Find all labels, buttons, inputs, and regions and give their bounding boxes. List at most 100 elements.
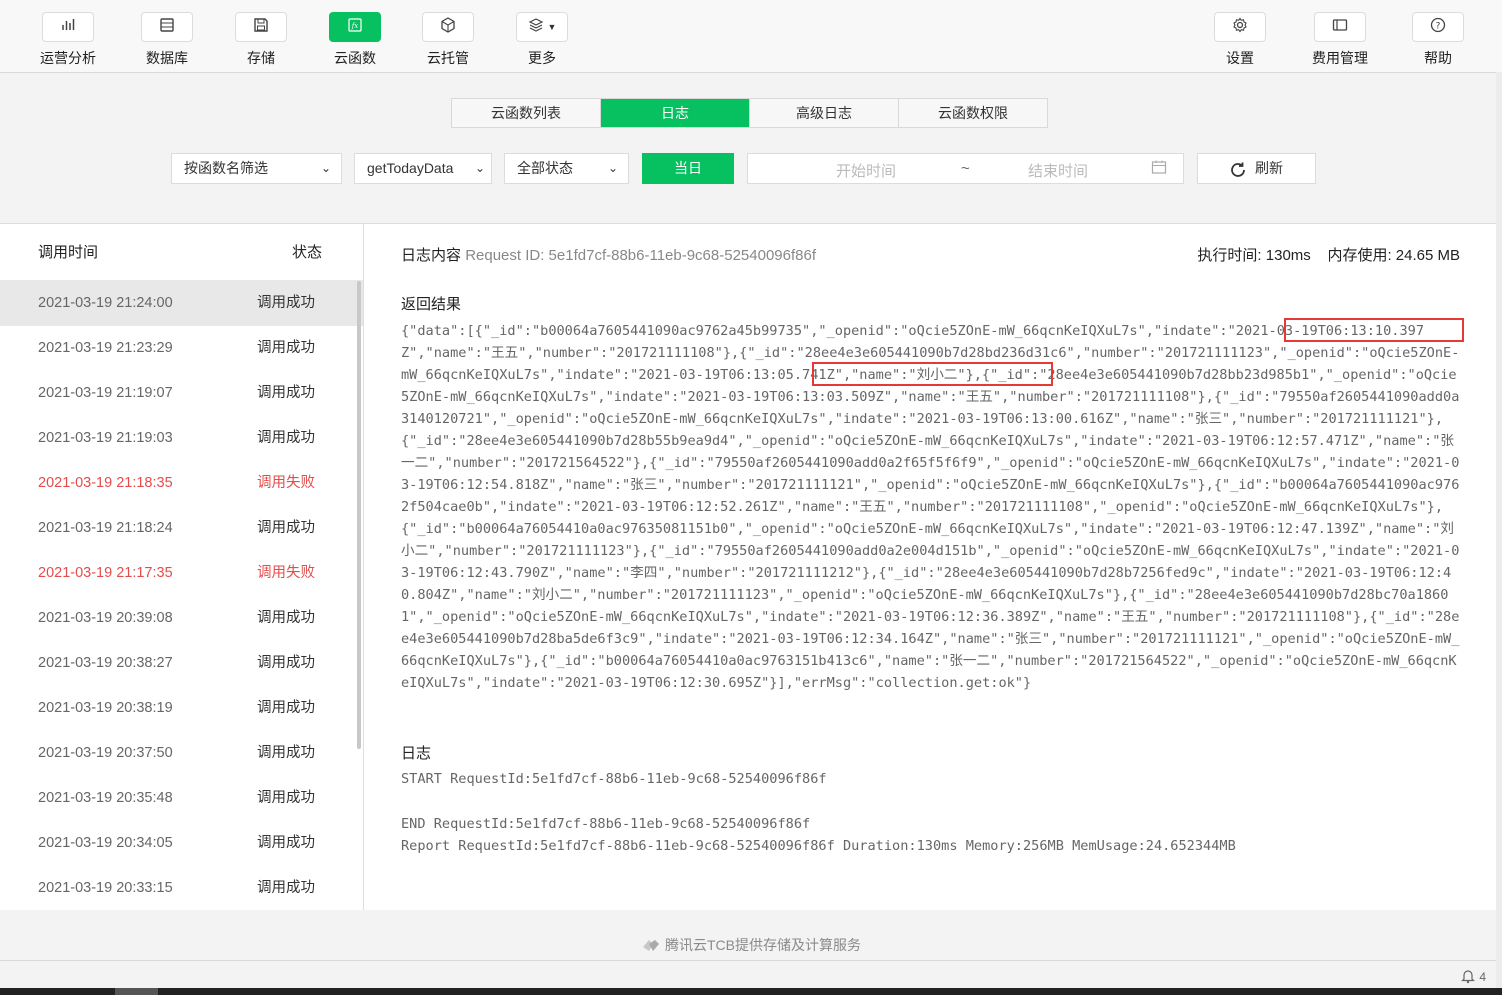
toolbar-storage-button[interactable]: 存储 — [221, 12, 301, 68]
toolbar-cloud-function-button[interactable]: fx 云函数 — [315, 12, 395, 68]
invocation-time: 2021-03-19 20:39:08 — [38, 610, 173, 626]
invocation-time: 2021-03-19 20:38:27 — [38, 655, 173, 671]
log-content-label: 日志内容 — [401, 247, 462, 264]
invocation-time: 2021-03-19 20:37:50 — [38, 745, 173, 761]
invocation-status: 调用失败 — [257, 475, 315, 491]
function-name-select[interactable]: getTodayData ⌄ — [354, 153, 492, 184]
invocation-status: 调用成功 — [257, 610, 315, 626]
tab-function-permissions[interactable]: 云函数权限 — [899, 99, 1047, 127]
gear-icon — [1231, 16, 1249, 39]
footer: 腾讯云TCB提供存储及计算服务 — [0, 935, 1502, 963]
top-toolbar: 运营分析 数据库 存储 fx 云函数 云托管 ▼ 更多 设置 费用管理 ? 帮助 — [0, 0, 1502, 73]
list-item[interactable]: 2021-03-19 20:35:48 调用成功 — [0, 776, 363, 821]
request-id: Request ID: 5e1fd7cf-88b6-11eb-9c68-5254… — [465, 247, 816, 264]
function-filter-select[interactable]: 按函数名筛选 ⌄ — [171, 153, 342, 184]
toolbar-cloud-hosting-button[interactable]: 云托管 — [408, 12, 488, 68]
list-item[interactable]: 2021-03-19 20:34:05 调用成功 — [0, 821, 363, 866]
log-end-line: END RequestId:5e1fd7cf-88b6-11eb-9c68-52… — [401, 816, 811, 832]
invocation-time: 2021-03-19 21:18:35 — [38, 475, 173, 491]
invocation-status: 调用成功 — [257, 835, 315, 851]
execution-stats: 执行时间: 130ms 内存使用: 24.65 MB — [1197, 244, 1460, 265]
footer-text: 腾讯云TCB提供存储及计算服务 — [665, 937, 861, 953]
cube-icon — [439, 16, 457, 39]
tab-logs[interactable]: 日志 — [601, 99, 750, 127]
range-separator: ~ — [961, 160, 970, 177]
date-range-picker[interactable]: 开始时间 ~ 结束时间 — [747, 153, 1184, 184]
invocation-status: 调用成功 — [257, 700, 315, 716]
toolbar-label: 云函数 — [334, 50, 376, 66]
invocation-status: 调用成功 — [257, 790, 315, 806]
function-tabs: 云函数列表 日志 高级日志 云函数权限 — [451, 98, 1048, 128]
chevron-down-icon: ⌄ — [474, 161, 485, 175]
taskbar — [0, 988, 1502, 995]
status-select[interactable]: 全部状态 ⌄ — [504, 153, 629, 184]
list-item[interactable]: 2021-03-19 21:18:35 调用失败 — [0, 461, 363, 506]
tab-advanced-logs[interactable]: 高级日志 — [750, 99, 899, 127]
bar-chart-icon — [59, 16, 77, 39]
invocation-status: 调用成功 — [257, 880, 315, 896]
refresh-label: 刷新 — [1255, 160, 1283, 176]
toolbar-analytics-button[interactable]: 运营分析 — [28, 12, 108, 68]
window-scrollbar[interactable] — [1496, 72, 1502, 988]
list-item[interactable]: 2021-03-19 20:33:15 调用成功 — [0, 866, 363, 910]
invocation-status: 调用成功 — [257, 385, 315, 401]
invocation-status: 调用成功 — [257, 520, 315, 536]
refresh-icon — [1229, 160, 1247, 189]
list-item[interactable]: 2021-03-19 21:18:24 调用成功 — [0, 506, 363, 551]
log-start-line: START RequestId:5e1fd7cf-88b6-11eb-9c68-… — [401, 771, 827, 787]
tencent-cloud-icon — [641, 937, 661, 956]
highlight-box — [1284, 318, 1464, 342]
caret-down-icon: ▼ — [547, 22, 557, 32]
list-item[interactable]: 2021-03-19 20:39:08 调用成功 — [0, 596, 363, 641]
invocation-status: 调用成功 — [257, 340, 315, 356]
toolbar-settings-button[interactable]: 设置 — [1200, 12, 1280, 68]
toolbar-more-button[interactable]: ▼ 更多 — [502, 12, 582, 68]
toolbar-label: 费用管理 — [1312, 50, 1368, 66]
list-item[interactable]: 2021-03-19 21:23:29 调用成功 — [0, 326, 363, 371]
taskbar-item[interactable] — [115, 988, 158, 995]
invocation-list: 调用时间 状态 2021-03-19 21:24:00 调用成功 2021-03-1… — [0, 223, 364, 910]
function-name-value: getTodayData — [367, 160, 454, 176]
layers-icon — [528, 16, 546, 39]
list-item[interactable]: 2021-03-19 21:24:00 调用成功 — [0, 281, 363, 326]
list-item[interactable]: 2021-03-19 21:19:03 调用成功 — [0, 416, 363, 461]
start-time-input[interactable]: 开始时间 — [836, 160, 896, 181]
list-item[interactable]: 2021-03-19 20:37:50 调用成功 — [0, 731, 363, 776]
toolbar-label: 帮助 — [1424, 50, 1452, 66]
storage-icon — [252, 16, 270, 39]
list-item[interactable]: 2021-03-19 21:17:35 调用失败 — [0, 551, 363, 596]
invocation-time: 2021-03-19 20:35:48 — [38, 790, 173, 806]
function-icon: fx — [346, 16, 364, 39]
list-item[interactable]: 2021-03-19 20:38:19 调用成功 — [0, 686, 363, 731]
toolbar-billing-button[interactable]: 费用管理 — [1300, 12, 1380, 68]
refresh-button[interactable]: 刷新 — [1197, 153, 1316, 184]
header-time: 调用时间 — [38, 244, 99, 261]
invocation-status: 调用成功 — [257, 430, 315, 446]
database-icon — [158, 16, 176, 39]
tab-function-list[interactable]: 云函数列表 — [452, 99, 601, 127]
svg-text:fx: fx — [351, 22, 359, 30]
log-content-title: 日志内容 Request ID: 5e1fd7cf-88b6-11eb-9c68… — [401, 244, 816, 265]
log-report-line: Report RequestId:5e1fd7cf-88b6-11eb-9c68… — [401, 838, 1236, 854]
notification-area[interactable]: 4 — [1460, 968, 1486, 987]
billing-icon — [1331, 16, 1349, 39]
invocation-time: 2021-03-19 21:18:24 — [38, 520, 173, 536]
invocation-time: 2021-03-19 20:38:19 — [38, 700, 173, 716]
footer-divider — [0, 960, 1502, 961]
chevron-down-icon: ⌄ — [607, 161, 618, 175]
end-time-input[interactable]: 结束时间 — [1028, 160, 1088, 181]
function-filter-value: 按函数名筛选 — [184, 160, 268, 176]
toolbar-database-button[interactable]: 数据库 — [127, 12, 207, 68]
list-scrollbar[interactable] — [357, 281, 361, 749]
invocation-status: 调用成功 — [257, 295, 315, 311]
log-detail-panel: 日志内容 Request ID: 5e1fd7cf-88b6-11eb-9c68… — [364, 223, 1502, 910]
toolbar-label: 运营分析 — [40, 50, 96, 66]
invocation-time: 2021-03-19 21:19:07 — [38, 385, 173, 401]
today-button[interactable]: 当日 — [642, 153, 734, 184]
list-item[interactable]: 2021-03-19 21:19:07 调用成功 — [0, 371, 363, 416]
toolbar-help-button[interactable]: ? 帮助 — [1398, 12, 1478, 68]
chevron-down-icon: ⌄ — [320, 161, 331, 175]
list-item[interactable]: 2021-03-19 20:38:27 调用成功 — [0, 641, 363, 686]
result-label: 返回结果 — [401, 296, 462, 313]
status-value: 全部状态 — [517, 160, 573, 176]
